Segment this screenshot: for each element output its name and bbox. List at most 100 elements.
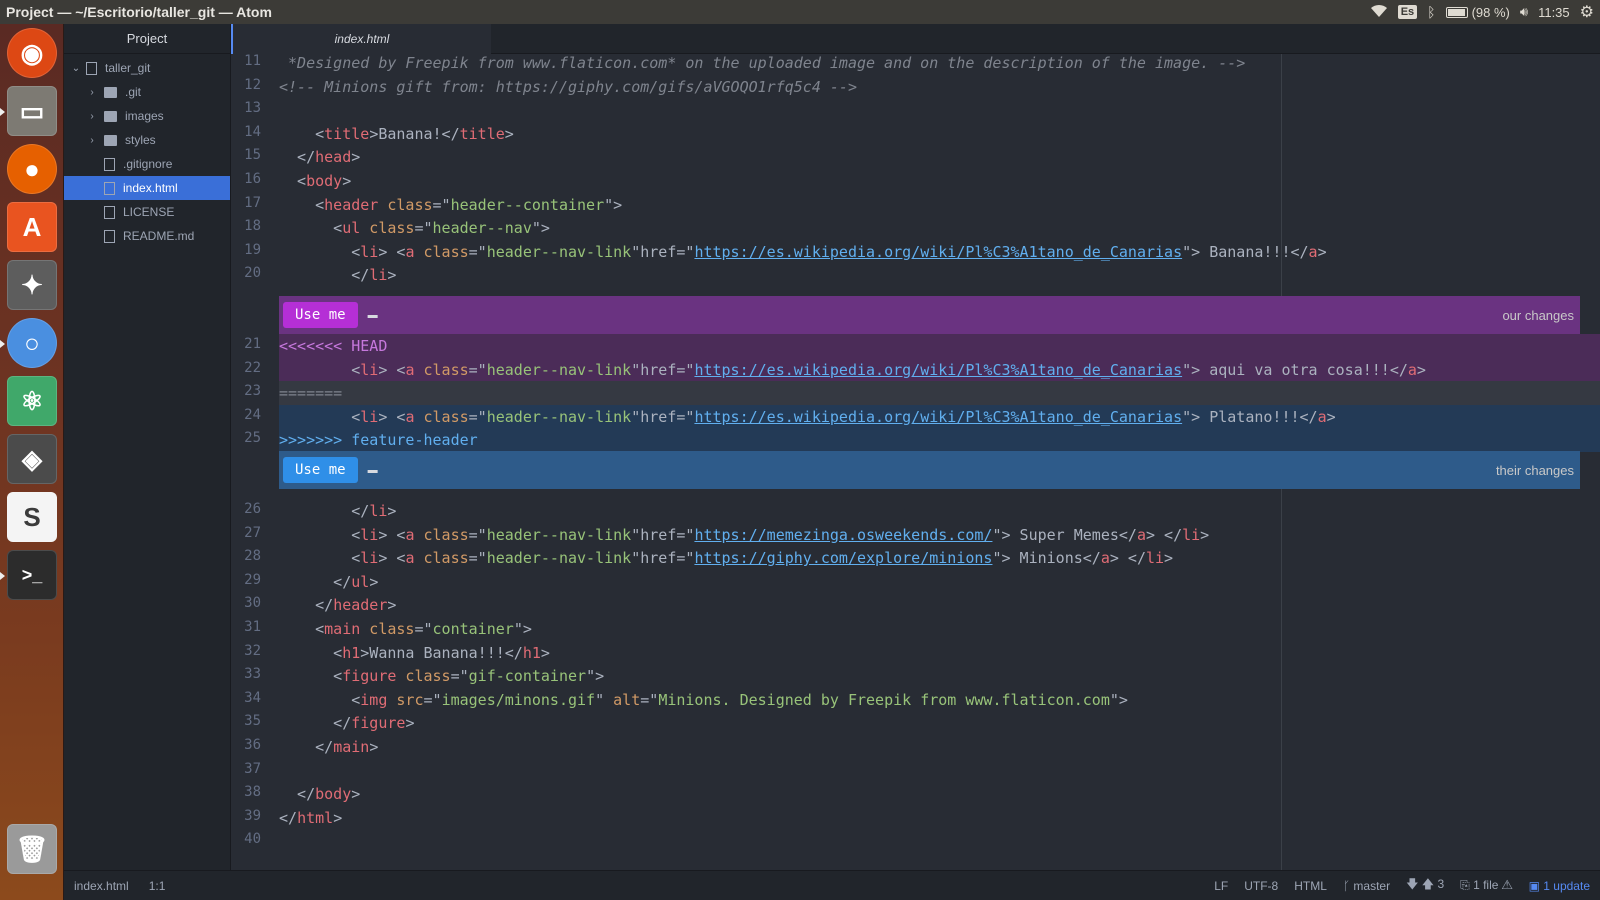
tree-item-label: README.md [123, 229, 195, 243]
project-tree-panel: Project ⌄ taller_git › .git › images › styles… [64, 24, 231, 870]
line-number: 21 [244, 336, 261, 352]
code-line[interactable]: <li> <a class="header--nav-link"href="ht… [279, 404, 1600, 429]
tree-item-label: index.html [123, 181, 178, 195]
code-line[interactable]: *Designed by Freepik from www.flaticon.c… [279, 54, 1600, 75]
code-line[interactable]: </body> [279, 782, 1600, 806]
chevron-right-icon: › [90, 110, 94, 122]
tree-item[interactable]: index.html [64, 176, 230, 200]
tree-item[interactable]: README.md [64, 224, 230, 248]
wifi-icon[interactable] [1370, 4, 1388, 21]
line-ending[interactable]: LF [1214, 879, 1228, 893]
gear-icon[interactable]: ⚙ [1580, 2, 1594, 22]
tree-item-label: LICENSE [123, 205, 175, 219]
git-ahead[interactable]: 🡇 🡅 3 [1406, 875, 1444, 896]
battery-indicator[interactable]: (98 %) [1445, 5, 1510, 20]
tree-item[interactable]: › styles [64, 128, 230, 152]
code-line[interactable]: <li> <a class="header--nav-link"href="ht… [279, 240, 1600, 264]
line-number: 40 [244, 831, 261, 848]
update-notice[interactable]: ▣ 1 update [1529, 879, 1590, 893]
trash-icon[interactable]: 🗑︎ [7, 824, 57, 874]
tree-item[interactable]: › .git [64, 80, 230, 104]
line-number: 16 [244, 171, 261, 187]
use-theirs-button[interactable]: Use me [283, 457, 358, 483]
code-line[interactable]: </li> [279, 499, 1600, 523]
code-line[interactable]: </html> [279, 806, 1600, 830]
code-line[interactable] [279, 829, 1600, 853]
line-number: 24 [244, 406, 261, 423]
code-line[interactable]: </li> [279, 263, 1600, 287]
line-number: 15 [244, 147, 261, 164]
code-line[interactable]: <figure class="gif-container"> [279, 664, 1600, 688]
software-center-icon[interactable]: A [7, 202, 57, 252]
files-icon[interactable]: ▭ [7, 86, 57, 136]
collapse-icon[interactable]: ▬ [368, 310, 378, 321]
gimp-icon[interactable]: ◈ [7, 434, 57, 484]
slack-icon[interactable]: S [7, 492, 57, 542]
atom-icon[interactable]: ⚛ [7, 376, 57, 426]
code-line[interactable]: <main class="container"> [279, 617, 1600, 641]
code-line[interactable]: </header> [279, 593, 1600, 617]
line-number: 25 [244, 430, 261, 447]
encoding[interactable]: UTF-8 [1244, 879, 1278, 893]
code-line[interactable]: </main> [279, 735, 1600, 759]
tree-item-label: .git [125, 85, 142, 99]
git-changed[interactable]: ⎘ 1 file ⚠ [1460, 878, 1512, 893]
their-changes-banner: Use me ▬ their changes [279, 451, 1580, 489]
code-line[interactable]: </figure> [279, 711, 1600, 735]
git-branch[interactable]: ᚴ master [1343, 879, 1390, 893]
code-line[interactable]: <header class="header--container"> [279, 193, 1600, 217]
line-gutter: 11 12 13 14 15 16 17 18 19 20 21 22 23 24 25 26 27 28 29 30… [231, 54, 279, 870]
code-line[interactable]: <title>Banana!</title> [279, 122, 1600, 146]
tab-index-html[interactable]: index.html [231, 24, 491, 54]
code-editor[interactable]: 11 12 13 14 15 16 17 18 19 20 21 22 23 24 25 26 27 28 29 30… [231, 54, 1600, 870]
line-number: 11 [244, 54, 261, 69]
tree-item-label: images [125, 109, 164, 123]
code-line[interactable]: <li> <a class="header--nav-link"href="ht… [279, 523, 1600, 547]
line-number: 33 [244, 666, 261, 683]
chromium-icon[interactable]: ○ [7, 318, 57, 368]
code-line[interactable]: </ul> [279, 570, 1600, 594]
line-number: 38 [244, 784, 261, 801]
our-changes-label: our changes [1502, 307, 1574, 323]
line-number: 27 [244, 524, 261, 541]
repo-icon [86, 61, 97, 75]
status-file[interactable]: index.html [74, 879, 129, 893]
code-line[interactable]: <img src="images/minons.gif" alt="Minion… [279, 688, 1600, 712]
grammar[interactable]: HTML [1294, 879, 1327, 893]
line-number: 14 [244, 123, 261, 140]
tree-root[interactable]: ⌄ taller_git [64, 56, 230, 80]
volume-icon[interactable]: 🔊︎ [1520, 4, 1528, 20]
tree-item[interactable]: › images [64, 104, 230, 128]
code-line[interactable] [279, 759, 1600, 783]
ubuntu-logo-icon[interactable]: ◉ [7, 28, 57, 78]
line-number: 22 [244, 359, 261, 376]
code-line[interactable]: </head> [279, 145, 1600, 169]
file-icon [104, 181, 115, 195]
bluetooth-icon[interactable]: ᛒ [1427, 4, 1435, 20]
code-line[interactable]: <li> <a class="header--nav-link"href="ht… [279, 357, 1600, 382]
code-line[interactable]: <h1>Wanna Banana!!!</h1> [279, 641, 1600, 665]
clock[interactable]: 11:35 [1538, 5, 1570, 20]
terminal-icon[interactable]: >_ [7, 550, 57, 600]
code-line[interactable]: <!-- Minions gift from: https://giphy.co… [279, 75, 1600, 99]
code-line[interactable]: <ul class="header--nav"> [279, 216, 1600, 240]
line-number: 17 [244, 194, 261, 211]
use-ours-button[interactable]: Use me [283, 302, 358, 328]
settings-icon[interactable]: ✦ [7, 260, 57, 310]
firefox-icon[interactable]: ● [7, 144, 57, 194]
code-line[interactable]: <<<<<<< HEAD [279, 334, 1600, 358]
code-line[interactable]: <body> [279, 169, 1600, 193]
tree-item[interactable]: LICENSE [64, 200, 230, 224]
code-line[interactable]: ======= [279, 381, 1600, 406]
code-line[interactable]: <li> <a class="header--nav-link"href="ht… [279, 546, 1600, 570]
keyboard-layout-indicator[interactable]: Es [1397, 5, 1418, 19]
code-line[interactable] [279, 98, 1600, 122]
code-line[interactable]: >>>>>>> feature-header [279, 428, 1600, 453]
tree-item[interactable]: .gitignore [64, 152, 230, 176]
collapse-icon[interactable]: ▬ [368, 465, 378, 476]
chevron-right-icon: › [90, 134, 94, 146]
line-number: 26 [244, 501, 261, 517]
line-number: 32 [244, 642, 261, 659]
status-cursor[interactable]: 1:1 [149, 879, 166, 893]
line-number: 28 [244, 548, 261, 565]
